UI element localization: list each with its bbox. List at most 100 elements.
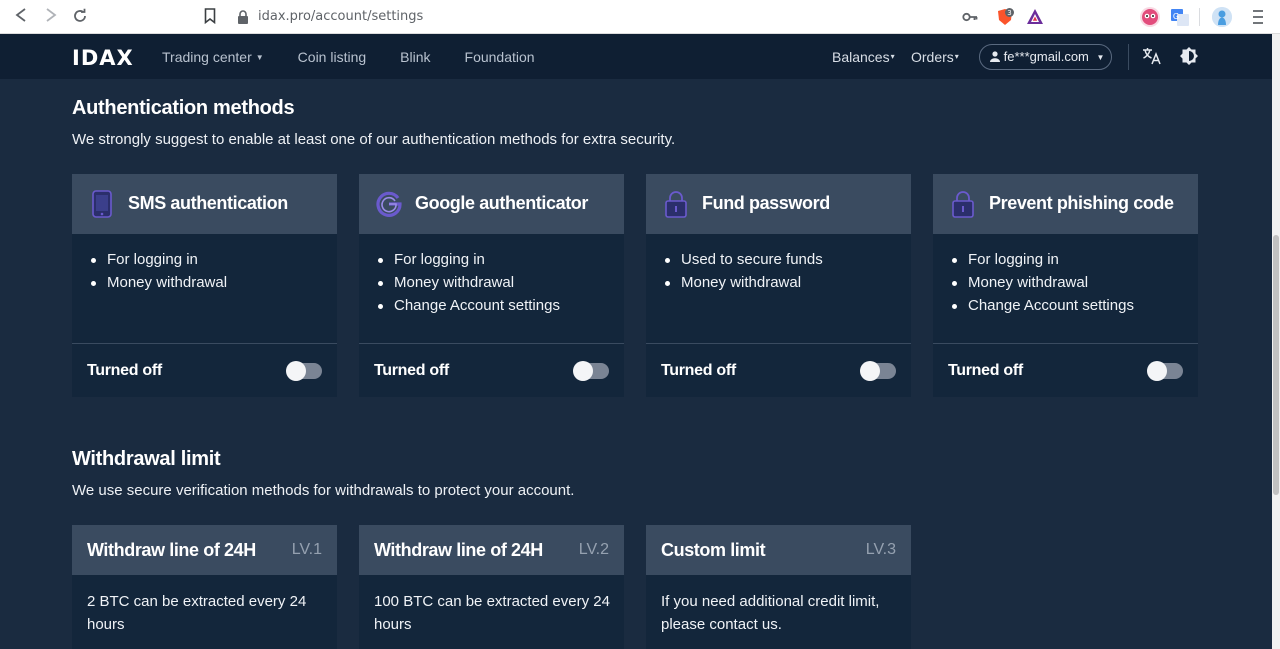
bookmark-icon[interactable]: [204, 8, 218, 26]
svg-text:G: G: [1173, 12, 1179, 21]
translate-extension-icon[interactable]: G: [1170, 7, 1190, 27]
withdraw-card: Withdraw line of 24H LV.2 100 BTC can be e…: [359, 525, 624, 649]
google-icon: [375, 190, 403, 218]
user-icon: [990, 49, 1004, 64]
withdraw-card-header: Custom limit LV.3: [646, 525, 911, 575]
auth-section-title: Authentication methods: [72, 97, 295, 119]
auth-status-label: Turned off: [87, 362, 162, 379]
auth-status-label: Turned off: [374, 362, 449, 379]
list-item: Change Account settings: [952, 294, 1134, 317]
theme-toggle-icon[interactable]: [1179, 46, 1199, 66]
withdraw-card-text: 100 BTC can be extracted every 24 hours: [374, 593, 610, 633]
auth-card-feature-list: For logging in Money withdrawal Change Acc…: [952, 248, 1134, 317]
auth-toggle-switch[interactable]: [573, 361, 609, 381]
caret-down-icon: ▾: [890, 52, 895, 61]
withdraw-card-header: Withdraw line of 24H LV.1: [72, 525, 337, 575]
url-text[interactable]: idax.pro/account/settings: [258, 9, 423, 24]
list-item: Money withdrawal: [952, 271, 1134, 294]
list-item: Used to secure funds: [665, 248, 823, 271]
list-item: For logging in: [90, 248, 227, 271]
withdraw-level-badge: LV.3: [865, 541, 896, 558]
nav-blink[interactable]: Blink: [400, 49, 430, 65]
user-email: fe***gmail.com: [1003, 49, 1089, 64]
auth-card-feature-list: Used to secure funds Money withdrawal: [665, 248, 823, 294]
nav-trading-center[interactable]: Trading center ▼: [162, 49, 264, 65]
withdraw-card-header: Withdraw line of 24H LV.2: [359, 525, 624, 575]
caret-down-icon: ▼: [1096, 52, 1105, 62]
header-divider: [1128, 44, 1129, 70]
list-item: For logging in: [952, 248, 1134, 271]
auth-section-description: We strongly suggest to enable at least o…: [72, 131, 676, 148]
logo-text: IDAX: [72, 46, 134, 70]
auth-card-title: Google authenticator: [415, 193, 589, 213]
withdrawal-section-title: Withdrawal limit: [72, 448, 221, 470]
auth-card-header: Prevent phishing code: [933, 174, 1198, 234]
caret-down-icon: ▼: [255, 53, 264, 63]
auth-card-title: Prevent phishing code: [989, 193, 1174, 213]
withdraw-card-text: 2 BTC can be extracted every 24 hours: [87, 593, 307, 633]
list-item: Money withdrawal: [665, 271, 823, 294]
auth-card-header: Google authenticator: [359, 174, 624, 234]
withdraw-card-title: Withdraw line of 24H: [87, 540, 256, 560]
withdraw-card-title: Withdraw line of 24H: [374, 540, 543, 560]
divider: [646, 343, 911, 344]
auth-card-header: Fund password: [646, 174, 911, 234]
brave-badge-count: 3: [1007, 9, 1011, 17]
auth-card: Fund password Used to secure funds Money w…: [646, 174, 911, 397]
back-icon[interactable]: [12, 8, 30, 26]
address-bar[interactable]: idax.pro/account/settings 3: [200, 4, 1052, 30]
auth-toggle-switch[interactable]: [860, 361, 896, 381]
auth-card: SMS authentication For logging in Money wi…: [72, 174, 337, 397]
browser-menu-icon[interactable]: [1252, 8, 1264, 26]
brave-shield-icon[interactable]: 3: [996, 8, 1014, 26]
orders-label: Orders: [911, 48, 954, 65]
auth-card-feature-list: For logging in Money withdrawal Change Acc…: [378, 248, 560, 317]
auth-toggle-switch[interactable]: [286, 361, 322, 381]
lock-icon[interactable]: [236, 9, 250, 25]
list-item: For logging in: [378, 248, 560, 271]
auth-card-header: SMS authentication: [72, 174, 337, 234]
nav-trading-center-label: Trading center: [162, 48, 252, 65]
user-account-menu[interactable]: fe***gmail.com ▼: [979, 44, 1112, 70]
phone-icon: [88, 190, 116, 218]
auth-card-title: Fund password: [702, 193, 830, 213]
key-icon[interactable]: [962, 9, 978, 25]
forward-icon[interactable]: [42, 8, 60, 26]
auth-card-title: SMS authentication: [128, 193, 288, 213]
list-item: Change Account settings: [378, 294, 560, 317]
withdraw-level-badge: LV.2: [578, 541, 609, 558]
orders-menu[interactable]: Orders ▾: [911, 34, 959, 79]
lock-icon: [949, 190, 977, 218]
lock-icon: [662, 190, 690, 218]
site-header: IDAX Trading center ▼ Coin listing Blink …: [0, 34, 1272, 79]
language-icon[interactable]: [1142, 46, 1162, 66]
toggle-knob: [286, 361, 306, 381]
extension-owl-icon[interactable]: [1140, 7, 1160, 27]
toggle-knob: [860, 361, 880, 381]
auth-toggle-switch[interactable]: [1147, 361, 1183, 381]
auth-status-label: Turned off: [661, 362, 736, 379]
scrollbar-thumb[interactable]: [1273, 235, 1279, 495]
auth-card: Prevent phishing code For logging in Money…: [933, 174, 1198, 397]
withdraw-card-title: Custom limit: [661, 540, 766, 560]
browser-toolbar: idax.pro/account/settings 3 G: [0, 0, 1280, 34]
brave-rewards-icon[interactable]: [1026, 8, 1044, 26]
list-item: Money withdrawal: [90, 271, 227, 294]
withdrawal-section-description: We use secure verification methods for w…: [72, 482, 575, 499]
nav-coin-listing[interactable]: Coin listing: [298, 49, 366, 65]
auth-card: Google authenticator For logging in Money …: [359, 174, 624, 397]
withdraw-card: Custom limit LV.3 If you need additional c…: [646, 525, 911, 649]
nav-foundation[interactable]: Foundation: [465, 49, 535, 65]
auth-card-feature-list: For logging in Money withdrawal: [90, 248, 227, 294]
profile-avatar[interactable]: [1212, 7, 1232, 27]
idax-logo[interactable]: IDAX: [72, 44, 133, 70]
reload-icon[interactable]: [71, 8, 89, 26]
divider: [359, 343, 624, 344]
balances-menu[interactable]: Balances ▾: [832, 34, 895, 79]
toggle-knob: [573, 361, 593, 381]
caret-down-icon: ▾: [954, 52, 959, 61]
list-item: Money withdrawal: [378, 271, 560, 294]
balances-label: Balances: [832, 48, 890, 65]
withdraw-level-badge: LV.1: [291, 541, 322, 558]
toolbar-divider: [1199, 8, 1200, 26]
